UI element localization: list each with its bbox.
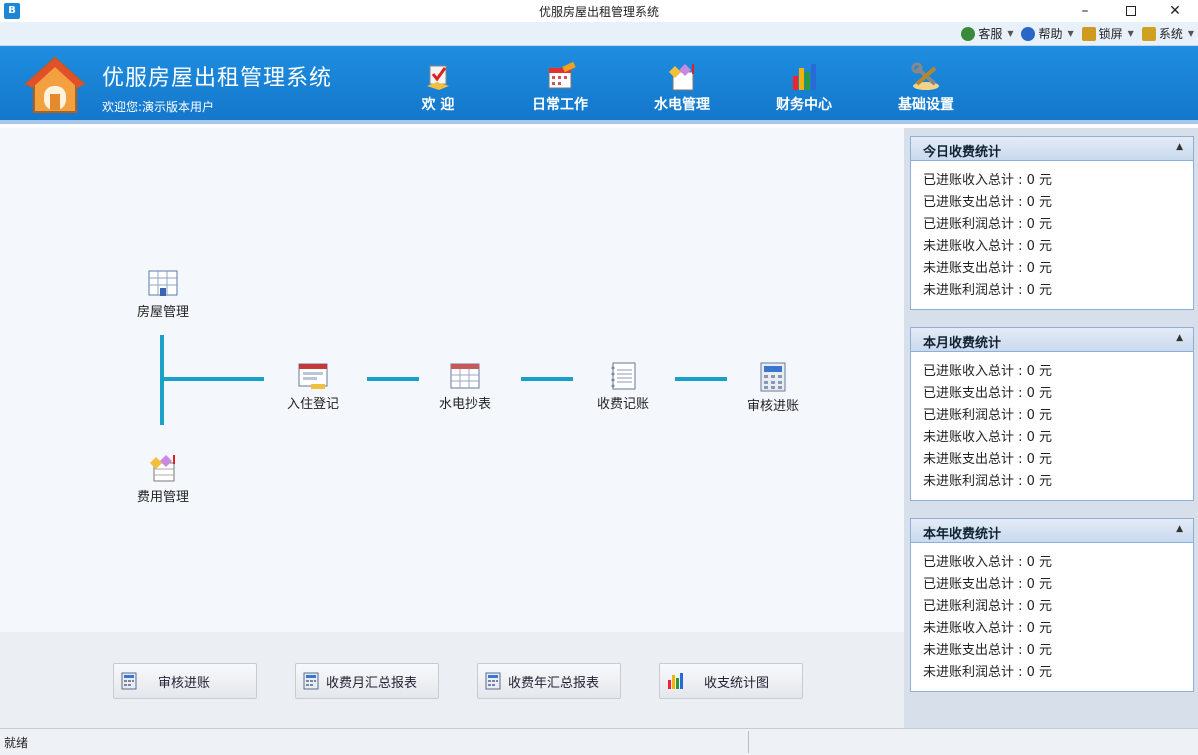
header-banner: 优服房屋出租管理系统 欢迎您:演示版本用户 欢 迎 日常工作 水电管理 财务中心… [0,46,1198,124]
tools-icon [911,62,939,90]
node-audit-posting[interactable]: 审核进账 [733,362,813,414]
node-charge-accounting[interactable]: 收费记账 [583,362,663,412]
stat-row: 未进账收入总计 : 0 元 [923,430,1053,445]
stat-row: 已进账支出总计 : 0 元 [923,577,1053,592]
minimize-button[interactable]: – [1062,0,1108,22]
collapse-icon[interactable]: ▲ [1176,524,1183,534]
stat-row: 已进账利润总计 : 0 元 [923,217,1053,232]
panel-header[interactable]: 今日收费统计 ▲ [911,137,1193,161]
calculator-icon [485,672,501,690]
lock-screen-menu[interactable]: 锁屏 ▼ [1081,25,1134,42]
node-meter-reading[interactable]: 水电抄表 [425,362,505,412]
chevron-down-icon: ▼ [1067,29,1074,38]
window-title: 优服房屋出租管理系统 [538,5,659,19]
report-audit-button[interactable]: 审核进账 [113,663,257,699]
spreadsheet-icon [450,363,480,389]
month-stats-panel: 本月收费统计 ▲ 已进账收入总计 : 0 元 已进账支出总计 : 0 元 已进账利… [910,327,1194,501]
close-button[interactable]: ✕ [1152,0,1198,22]
node-checkin-registration[interactable]: 入住登记 [273,362,353,412]
nav-finance[interactable]: 财务中心 [756,62,852,114]
maximize-button[interactable] [1108,0,1154,22]
stat-row: 未进账收入总计 : 0 元 [923,239,1053,254]
stat-row: 未进账支出总计 : 0 元 [923,643,1053,658]
stat-row: 未进账利润总计 : 0 元 [923,474,1053,489]
stat-row: 已进账支出总计 : 0 元 [923,386,1053,401]
grid-table-icon [148,270,178,296]
calculator-icon [303,672,319,690]
stat-row: 已进账支出总计 : 0 元 [923,195,1053,210]
node-house-management[interactable]: 房屋管理 [123,270,203,320]
nav-daily-work[interactable]: 日常工作 [512,62,608,114]
system-menu[interactable]: 系统 ▼ [1141,25,1194,42]
calculator-icon [121,672,137,690]
status-divider [748,731,749,753]
nav-basic-settings[interactable]: 基础设置 [878,62,974,114]
chevron-down-icon: ▼ [1127,29,1134,38]
padlock-icon [1141,26,1156,41]
collapse-icon[interactable]: ▲ [1176,142,1183,152]
stat-row: 已进账收入总计 : 0 元 [923,555,1053,570]
help-icon [1021,26,1036,41]
chevron-down-icon: ▼ [1187,29,1194,38]
fee-icon [150,455,175,482]
report-monthly-summary-button[interactable]: 收费月汇总报表 [295,663,439,699]
flow-connector [675,377,727,381]
service-icon [961,26,976,41]
calculator-icon [760,362,786,392]
stat-row: 已进账利润总计 : 0 元 [923,599,1053,614]
status-text: 就绪 [4,736,29,750]
stat-row: 已进账收入总计 : 0 元 [923,173,1053,188]
lock-icon [1081,26,1096,41]
panel-header[interactable]: 本月收费统计 ▲ [911,328,1193,352]
chevron-down-icon: ▼ [1007,29,1014,38]
stat-row: 已进账收入总计 : 0 元 [923,364,1053,379]
top-tool-strip: 客服 ▼ 帮助 ▼ 锁屏 ▼ 系统 ▼ [0,22,1198,46]
stat-row: 已进账利润总计 : 0 元 [923,408,1053,423]
welcome-icon [427,65,449,90]
utilities-icon [669,64,694,91]
report-yearly-summary-button[interactable]: 收费年汇总报表 [477,663,621,699]
collapse-icon[interactable]: ▲ [1176,333,1183,343]
flow-connector [521,377,573,381]
ledger-icon [611,362,636,390]
window-titlebar: B 优服房屋出租管理系统 – ✕ [0,0,1198,22]
bar-chart-icon [793,64,816,90]
help-menu[interactable]: 帮助 ▼ [1021,25,1074,42]
flow-connector [367,377,419,381]
nav-utilities[interactable]: 水电管理 [634,62,730,114]
node-fee-management[interactable]: 费用管理 [123,453,203,505]
stat-row: 未进账利润总计 : 0 元 [923,283,1053,298]
calendar-icon [548,62,576,89]
welcome-text: 欢迎您:演示版本用户 [102,100,215,114]
report-chart-button[interactable]: 收支统计图 [659,663,803,699]
today-stats-panel: 今日收费统计 ▲ 已进账收入总计 : 0 元 已进账支出总计 : 0 元 已进账利… [910,136,1194,310]
panel-header[interactable]: 本年收费统计 ▲ [911,519,1193,543]
year-stats-panel: 本年收费统计 ▲ 已进账收入总计 : 0 元 已进账支出总计 : 0 元 已进账利… [910,518,1194,692]
service-menu[interactable]: 客服 ▼ [961,25,1013,42]
stat-row: 未进账收入总计 : 0 元 [923,621,1053,636]
flow-connector [162,377,264,381]
stat-row: 未进账支出总计 : 0 元 [923,261,1053,276]
status-bar: 就绪 [0,728,1198,755]
stat-row: 未进账支出总计 : 0 元 [923,452,1053,467]
nav-welcome[interactable]: 欢 迎 [390,62,486,114]
registration-form-icon [298,363,328,389]
app-title: 优服房屋出租管理系统 [102,66,333,91]
bar-chart-icon [668,673,683,689]
house-logo-icon [23,56,87,113]
stat-row: 未进账利润总计 : 0 元 [923,665,1053,680]
